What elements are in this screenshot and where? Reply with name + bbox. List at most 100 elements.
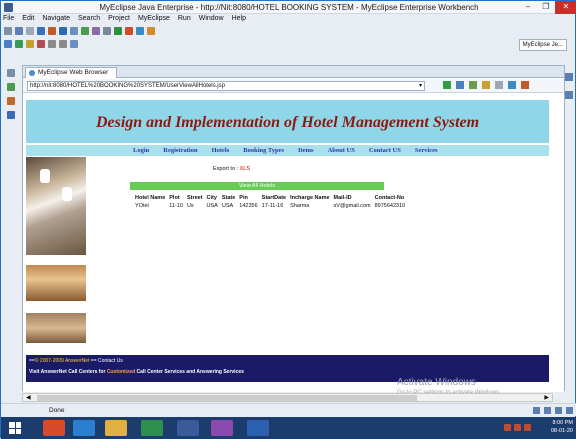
export-xls-link[interactable]: XLS <box>240 166 250 172</box>
media-icon[interactable] <box>211 420 233 436</box>
new-icon[interactable] <box>4 27 12 35</box>
tab-label: MyEclipse Web Browser <box>38 69 109 76</box>
deploy-icon[interactable] <box>48 27 56 35</box>
menu-run[interactable]: Run <box>178 14 191 24</box>
flag-icon[interactable] <box>524 424 531 431</box>
menu-search[interactable]: Search <box>78 14 100 24</box>
horizontal-scrollbar[interactable]: ◀ ▶ <box>22 393 553 402</box>
tasks-icon[interactable] <box>565 91 573 99</box>
refresh-icon[interactable] <box>103 27 111 35</box>
cell-start-date: 17-11-16 <box>261 203 284 209</box>
hierarchy-icon[interactable] <box>4 40 12 48</box>
home-icon[interactable] <box>508 81 516 89</box>
forward-arrow-icon[interactable] <box>495 81 503 89</box>
tab-web-browser[interactable]: MyEclipse Web Browser <box>25 67 118 78</box>
db-icon[interactable] <box>92 27 100 35</box>
nav-registration[interactable]: Registration <box>163 145 197 156</box>
start-icon[interactable] <box>9 422 21 434</box>
status-text: Done <box>49 407 65 414</box>
forward-icon[interactable] <box>59 40 67 48</box>
bookmark-icon[interactable] <box>37 40 45 48</box>
chef-hat <box>62 187 72 201</box>
myeclipse-taskbar-icon[interactable] <box>177 420 199 436</box>
open-type-icon[interactable] <box>15 40 23 48</box>
col-city: City <box>206 195 217 201</box>
back-arrow-icon[interactable] <box>482 81 490 89</box>
menu-help[interactable]: Help <box>232 14 246 24</box>
left-trim <box>1 63 22 393</box>
close-button[interactable]: ✕ <box>555 1 576 14</box>
settings-icon[interactable] <box>521 81 529 89</box>
scroll-right-icon[interactable]: ▶ <box>544 394 549 401</box>
internet-explorer-icon[interactable] <box>73 420 95 436</box>
footer-contact-link[interactable]: == Contact Us <box>91 358 123 364</box>
status-icon[interactable] <box>566 407 573 414</box>
new-class-icon[interactable] <box>70 27 78 35</box>
debug-icon[interactable] <box>125 27 133 35</box>
table-header-row: Hotel Name Plot Street City State Pin St… <box>133 194 407 202</box>
minimize-button[interactable]: – <box>519 1 537 14</box>
run-icon[interactable] <box>114 27 122 35</box>
nav-items[interactable]: Items <box>298 145 314 156</box>
clock[interactable]: 8:00 PM 08-01-20 <box>551 419 573 435</box>
hierarchy-view-icon[interactable] <box>7 83 15 91</box>
menu-file[interactable]: File <box>3 14 14 24</box>
nav-booking-types[interactable]: Booking Types <box>243 145 284 156</box>
site-title: Design and Implementation of Hotel Manag… <box>95 114 480 131</box>
col-plot: Plot <box>169 195 180 201</box>
maximize-button[interactable]: ❐ <box>537 1 555 14</box>
file-explorer-icon[interactable] <box>105 420 127 436</box>
stop-icon[interactable] <box>456 81 464 89</box>
footer-brand-link[interactable]: Visit AnswerNet <box>29 369 67 375</box>
new-package-icon[interactable] <box>81 27 89 35</box>
view-all-hotels-header: View All Hotels <box>130 182 384 190</box>
scroll-left-icon[interactable]: ◀ <box>26 394 31 401</box>
status-icon[interactable] <box>555 407 562 414</box>
menu-edit[interactable]: Edit <box>22 14 34 24</box>
status-icon[interactable] <box>533 407 540 414</box>
refresh-page-icon[interactable] <box>469 81 477 89</box>
status-icon[interactable] <box>544 407 551 414</box>
package-explorer-icon[interactable] <box>7 69 15 77</box>
chefs-photo <box>26 157 86 255</box>
back-icon[interactable] <box>48 40 56 48</box>
nav-about-us[interactable]: About US <box>328 145 355 156</box>
footer-copyright: © 2007-2009 AnswerNet <box>34 358 90 364</box>
chrome-icon[interactable] <box>43 420 65 436</box>
footer-line-2: Visit AnswerNet Call Centers for Customi… <box>29 369 244 375</box>
excel-icon[interactable] <box>141 420 163 436</box>
properties-icon[interactable] <box>565 73 573 81</box>
search-icon[interactable] <box>136 27 144 35</box>
server-icon[interactable] <box>37 27 45 35</box>
url-dropdown-icon[interactable]: ▾ <box>419 82 422 90</box>
col-mail-id: Mail-ID <box>333 195 352 201</box>
scroll-thumb[interactable] <box>37 395 417 401</box>
web-icon[interactable] <box>26 40 34 48</box>
menu-myeclipse[interactable]: MyEclipse <box>138 14 170 24</box>
menu-navigate[interactable]: Navigate <box>42 14 70 24</box>
nav-hotels[interactable]: Hotels <box>212 145 230 156</box>
clock-date: 08-01-20 <box>550 428 573 434</box>
go-icon[interactable] <box>443 81 451 89</box>
outline-icon[interactable] <box>7 97 15 105</box>
url-input[interactable]: http://nit:8080/HOTEL%20BOOKING%20SYSTEM… <box>27 81 425 91</box>
network-icon[interactable] <box>504 424 511 431</box>
cell-street: Us <box>186 203 194 209</box>
save-icon[interactable] <box>15 27 23 35</box>
volume-icon[interactable] <box>514 424 521 431</box>
browser-toolbar: http://nit:8080/HOTEL%20BOOKING%20SYSTEM… <box>23 79 564 93</box>
nav-contact-us[interactable]: Contact US <box>369 145 401 156</box>
menu-project[interactable]: Project <box>108 14 130 24</box>
perspective-switcher[interactable]: MyEclipse Je... <box>518 39 567 51</box>
console-icon[interactable] <box>7 111 15 119</box>
nav-login[interactable]: Login <box>133 145 149 156</box>
nav-services[interactable]: Services <box>415 145 438 156</box>
menu-window[interactable]: Window <box>199 14 224 24</box>
word-icon[interactable] <box>247 420 269 436</box>
external-tools-icon[interactable] <box>147 27 155 35</box>
print-icon[interactable] <box>26 27 34 35</box>
annotation-icon[interactable] <box>70 40 78 48</box>
browser-icon[interactable] <box>59 27 67 35</box>
secondary-toolbar <box>1 38 576 50</box>
url-text: http://nit:8080/HOTEL%20BOOKING%20SYSTEM… <box>30 83 225 89</box>
